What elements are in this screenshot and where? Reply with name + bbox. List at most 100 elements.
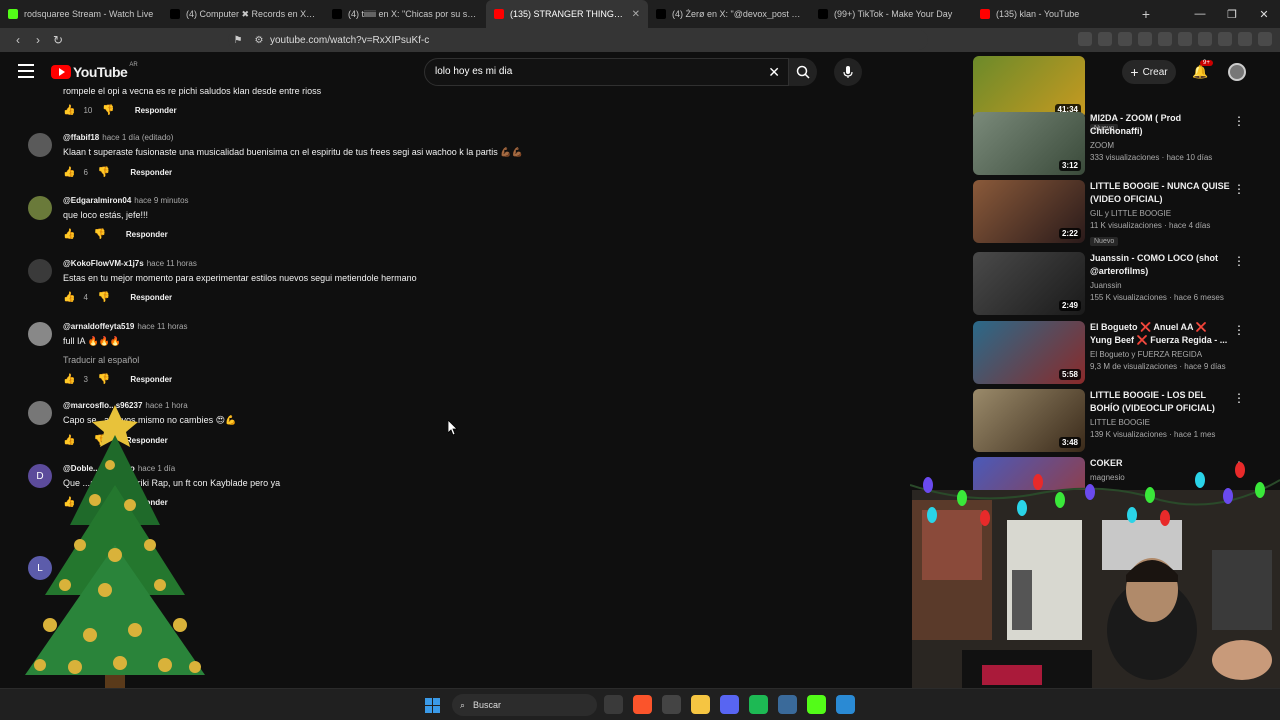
app-icon-2[interactable] <box>836 695 855 714</box>
video-stats: 139 K visualizaciones · hace 1 mes <box>1090 430 1216 439</box>
video-channel[interactable]: ZOOM <box>1090 141 1230 150</box>
thumbs-up-icon[interactable]: 👍 <box>63 292 75 303</box>
browser-tab[interactable]: (99+) TikTok - Make Your Day <box>810 0 972 28</box>
file-explorer-icon[interactable] <box>604 695 623 714</box>
video-title[interactable]: MI2DA - ZOOM ( Prod Chichonaffi) <box>1090 112 1230 138</box>
search-input[interactable]: lolo hoy es mi dia ✕ <box>424 58 789 86</box>
commenter-avatar[interactable] <box>28 196 52 220</box>
comment-time[interactable]: hace 1 día (editado) <box>102 133 173 142</box>
video-thumbnail[interactable]: 2:22 <box>973 180 1085 243</box>
browser-tab[interactable]: (4) tiiiiii en X: "Chicas por su segurid… <box>324 0 486 28</box>
url-field[interactable]: ⚑ ⚙ youtube.com/watch?v=RxXIPsuKf-c <box>228 30 928 50</box>
minimize-button[interactable]: — <box>1184 8 1216 20</box>
comment-time[interactable]: hace 9 minutos <box>134 196 188 205</box>
comment-author[interactable]: @Edgaralmiron04 <box>63 196 131 205</box>
brave-icon[interactable] <box>633 695 652 714</box>
extension-icon[interactable] <box>1118 32 1132 46</box>
thumbs-down-icon[interactable]: 👎 <box>98 167 110 178</box>
comment-body: @arnaldoffeyta519 hace 11 horas full IA 🔥🔥… <box>63 322 883 385</box>
video-more-icon[interactable]: ⋮ <box>1233 323 1245 337</box>
video-channel[interactable]: El Bogueto y FUERZA REGIDA <box>1090 350 1230 359</box>
video-channel[interactable]: LITTLE BOOGIE <box>1090 418 1230 427</box>
thumbs-up-icon[interactable]: 👍 <box>63 374 75 385</box>
comment-time[interactable]: hace 11 horas <box>147 259 197 268</box>
thumbs-down-icon[interactable]: 👎 <box>93 229 105 240</box>
reload-icon[interactable]: ↻ <box>48 33 68 47</box>
spotify-icon[interactable] <box>749 695 768 714</box>
video-more-icon[interactable]: ⋮ <box>1233 114 1245 128</box>
thumbs-up-icon[interactable]: 👍 <box>63 167 75 178</box>
video-channel[interactable]: GIL y LITTLE BOOGIE <box>1090 209 1230 218</box>
browser-tab[interactable]: (135) STRANGER THINGS - KLAN ✕ <box>486 0 648 28</box>
account-avatar[interactable] <box>1228 63 1246 81</box>
extension-icon[interactable] <box>1098 32 1112 46</box>
windows-start-icon[interactable] <box>425 698 440 713</box>
video-channel[interactable]: Juanssin <box>1090 281 1230 290</box>
extension-icon[interactable] <box>1258 32 1272 46</box>
thumbs-up-icon[interactable]: 👍 <box>63 105 75 116</box>
close-tab-icon[interactable]: ✕ <box>632 9 640 20</box>
discord-icon[interactable] <box>720 695 739 714</box>
commenter-avatar[interactable] <box>28 322 52 346</box>
video-more-icon[interactable]: ⋮ <box>1233 182 1245 196</box>
site-settings-icon[interactable]: ⚙ <box>248 35 270 46</box>
restore-button[interactable]: ❐ <box>1216 8 1248 21</box>
video-thumbnail[interactable]: 2:49 <box>973 252 1085 315</box>
reply-button[interactable]: Responder <box>130 375 172 384</box>
taskbar-search[interactable]: ⌕ Buscar <box>452 694 597 716</box>
extension-icon[interactable] <box>1138 32 1152 46</box>
obs-icon[interactable] <box>662 695 681 714</box>
video-thumbnail[interactable]: 41:34 <box>973 56 1085 119</box>
kick-icon[interactable] <box>807 695 826 714</box>
extension-icon[interactable] <box>1198 32 1212 46</box>
browser-tab[interactable]: (4) Computer ✖ Records en X: "PlayS <box>162 0 324 28</box>
video-title[interactable]: LITTLE BOOGIE - NUNCA QUISE (VIDEO OFICI… <box>1090 180 1230 206</box>
bookmark-icon[interactable]: ⚑ <box>228 35 248 46</box>
browser-tab[interactable]: rodsquaree Stream - Watch Live <box>0 0 162 28</box>
video-title[interactable]: El Bogueto ❌ Anuel AA ❌ Yung Beef ❌ Fuer… <box>1090 321 1230 347</box>
comment-time[interactable]: hace 11 horas <box>137 322 187 331</box>
extension-icon[interactable] <box>1218 32 1232 46</box>
thumbs-down-icon[interactable]: 👎 <box>102 105 114 116</box>
comment-author[interactable]: @KokoFlowVM-x1j7s <box>63 259 144 268</box>
translate-link[interactable]: Traducir al español <box>63 355 883 365</box>
app-icon[interactable] <box>778 695 797 714</box>
video-more-icon[interactable]: ⋮ <box>1233 391 1245 405</box>
close-window-button[interactable]: ✕ <box>1248 8 1280 21</box>
video-thumbnail[interactable]: 3:12 <box>973 112 1085 175</box>
video-duration: 3:12 <box>1058 160 1081 171</box>
search-button[interactable] <box>789 58 817 86</box>
extension-icon[interactable] <box>1178 32 1192 46</box>
video-thumbnail[interactable]: 3:48 <box>973 389 1085 452</box>
browser-tab[interactable]: (135) klan - YouTube <box>972 0 1134 28</box>
browser-tab[interactable]: (4) Żerø en X: "@devox_post Se pue <box>648 0 810 28</box>
back-icon[interactable]: ‹ <box>8 33 28 47</box>
video-title[interactable]: Juanssin - COMO LOCO (shot @arterofilms) <box>1090 252 1230 278</box>
reply-button[interactable]: Responder <box>135 106 177 115</box>
like-count: 10 <box>83 106 93 115</box>
thumbs-down-icon[interactable]: 👎 <box>98 374 110 385</box>
comment-author[interactable]: @arnaldoffeyta519 <box>63 322 134 331</box>
reply-button[interactable]: Responder <box>130 293 172 302</box>
video-more-icon[interactable]: ⋮ <box>1233 254 1245 268</box>
extension-icon[interactable] <box>1078 32 1092 46</box>
tab-title: (99+) TikTok - Make Your Day <box>834 9 953 19</box>
thumbs-down-icon[interactable]: 👎 <box>98 292 110 303</box>
clear-search-icon[interactable]: ✕ <box>768 64 780 81</box>
extension-icon[interactable] <box>1158 32 1172 46</box>
reply-button[interactable]: Responder <box>130 168 172 177</box>
forward-icon[interactable]: › <box>28 33 48 47</box>
new-tab-button[interactable]: + <box>1134 6 1158 22</box>
extension-icon[interactable] <box>1238 32 1252 46</box>
video-thumbnail[interactable]: 5:58 <box>973 321 1085 384</box>
commenter-avatar[interactable] <box>28 133 52 157</box>
video-title[interactable]: LITTLE BOOGIE - LOS DEL BOHÍO (VIDEOCLIP… <box>1090 389 1230 415</box>
commenter-avatar[interactable] <box>28 259 52 283</box>
youtube-logo[interactable]: YouTube AR <box>51 62 138 80</box>
thumbs-up-icon[interactable]: 👍 <box>63 229 75 240</box>
voice-search-button[interactable] <box>834 58 862 86</box>
reply-button[interactable]: Responder <box>126 230 168 239</box>
folder-icon[interactable] <box>691 695 710 714</box>
comment-author[interactable]: @ffabif18 <box>63 133 99 142</box>
hamburger-menu-icon[interactable] <box>18 64 34 78</box>
